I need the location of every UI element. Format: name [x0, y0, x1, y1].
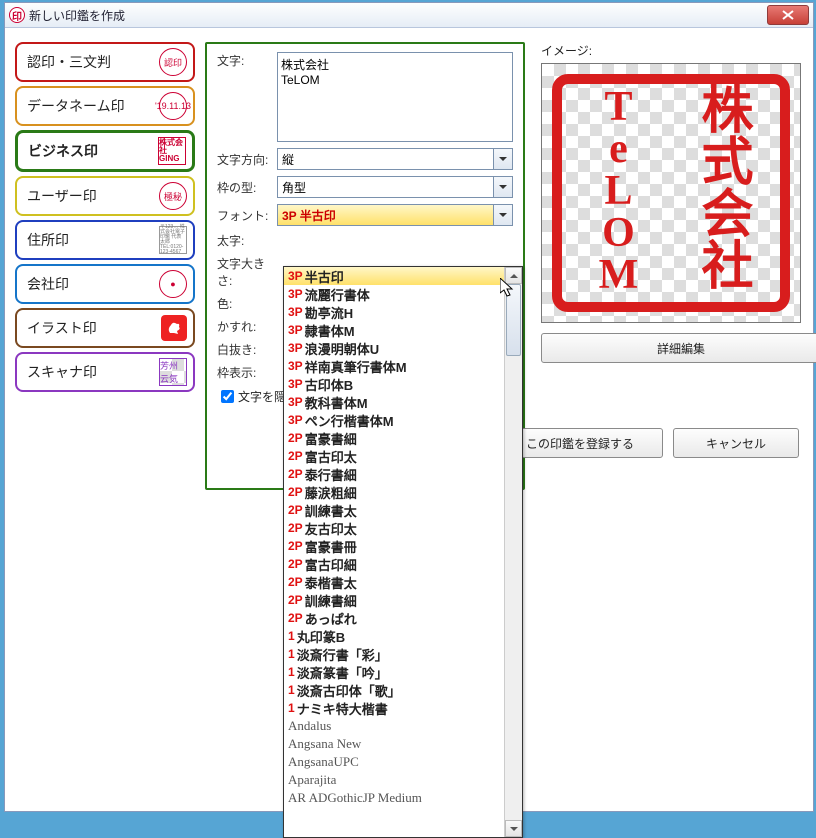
- font-option[interactable]: 1淡斎古印体「歌」: [284, 681, 505, 699]
- font-option[interactable]: 3P勘亭流H: [284, 303, 505, 321]
- font-option[interactable]: 2P訓練書太: [284, 501, 505, 519]
- direction-label: 文字方向:: [217, 151, 277, 168]
- frame-label: 枠の型:: [217, 179, 277, 196]
- text-label: 文字:: [217, 52, 277, 69]
- title-bar: 印 新しい印鑑を作成: [5, 3, 813, 28]
- tab-label: スキャナ印: [27, 362, 97, 382]
- tab-label: データネーム印: [27, 96, 125, 116]
- cutout-label: 白抜き:: [217, 341, 277, 358]
- font-option[interactable]: 2P藤涙粗細: [284, 483, 505, 501]
- window-title: 新しい印鑑を作成: [29, 7, 767, 24]
- font-option[interactable]: 3P祥南真筆行書体M: [284, 357, 505, 375]
- dialog-window: 印 新しい印鑑を作成 認印・三文判 認印データネーム印 '19.11.13 ビジネス印…: [4, 2, 814, 812]
- font-option[interactable]: 2P泰楷書太: [284, 573, 505, 591]
- tab-0[interactable]: 認印・三文判 認印: [15, 42, 195, 82]
- font-select[interactable]: [277, 204, 513, 226]
- font-option[interactable]: 2P泰行書細: [284, 465, 505, 483]
- font-option[interactable]: AngsanaUPC: [284, 753, 505, 771]
- cancel-button[interactable]: キャンセル: [673, 428, 799, 458]
- tab-thumb-icon: 芳州 云気: [159, 358, 187, 386]
- tab-label: 住所印: [27, 230, 69, 250]
- tab-label: ユーザー印: [27, 186, 97, 206]
- color-label: 色:: [217, 295, 277, 312]
- tab-label: 会社印: [27, 274, 69, 294]
- font-option[interactable]: 2P富豪書細: [284, 429, 505, 447]
- size-label: 文字大きさ:: [217, 255, 277, 289]
- font-option[interactable]: 1淡斎篆書「吟」: [284, 663, 505, 681]
- preview-area: イメージ: TeLOM 株式会社 詳細編集: [541, 42, 799, 363]
- client-area: 認印・三文判 認印データネーム印 '19.11.13 ビジネス印 株式会社 GING ユー…: [5, 28, 813, 811]
- tab-thumb-icon: 認印: [159, 48, 187, 76]
- tab-thumb-icon: [161, 315, 187, 341]
- tab-thumb-icon: 株式会社 GING: [158, 137, 186, 165]
- tab-5[interactable]: 会社印 ●: [15, 264, 195, 304]
- framedisp-label: 枠表示:: [217, 364, 277, 381]
- tab-3[interactable]: ユーザー印 極秘: [15, 176, 195, 216]
- stamp-text-input[interactable]: [277, 52, 513, 142]
- weight-label: 太字:: [217, 232, 277, 249]
- blur-label: かすれ:: [217, 318, 277, 335]
- category-tabs: 認印・三文判 認印データネーム印 '19.11.13 ビジネス印 株式会社 GING ユー…: [15, 42, 195, 396]
- font-option[interactable]: 3P浪漫明朝体U: [284, 339, 505, 357]
- font-option[interactable]: 3P教科書体M: [284, 393, 505, 411]
- app-icon: 印: [9, 7, 25, 23]
- tab-label: 認印・三文判: [27, 52, 111, 72]
- scroll-down-button[interactable]: [505, 820, 522, 837]
- font-option[interactable]: 2P友古印太: [284, 519, 505, 537]
- font-option[interactable]: Andalus: [284, 717, 505, 735]
- tab-7[interactable]: スキャナ印 芳州 云気: [15, 352, 195, 392]
- font-option[interactable]: 3P半古印: [284, 267, 505, 285]
- preview-canvas: TeLOM 株式会社: [541, 63, 801, 323]
- hide-text-checkbox[interactable]: [221, 390, 234, 403]
- tab-thumb-icon: 極秘: [159, 182, 187, 210]
- direction-select[interactable]: [277, 148, 513, 170]
- mouse-cursor: [500, 278, 514, 298]
- font-option[interactable]: 3Pペン行楷書体M: [284, 411, 505, 429]
- tab-2[interactable]: ビジネス印 株式会社 GING: [15, 130, 195, 172]
- font-option[interactable]: 2P富豪書冊: [284, 537, 505, 555]
- dropdown-scrollbar[interactable]: [504, 267, 522, 837]
- font-option[interactable]: 3P流麗行書体: [284, 285, 505, 303]
- close-button[interactable]: [767, 5, 809, 25]
- font-option[interactable]: 2P富古印太: [284, 447, 505, 465]
- tab-thumb-icon: 〒123… 株式会社電子印鑑 代表 太郎 TEL:0120-123-4567: [159, 226, 187, 254]
- frame-select[interactable]: [277, 176, 513, 198]
- font-option[interactable]: 2P訓練書細: [284, 591, 505, 609]
- font-label: フォント:: [217, 207, 277, 224]
- detail-edit-button[interactable]: 詳細編集: [541, 333, 816, 363]
- chevron-down-icon: [493, 205, 512, 225]
- tab-label: ビジネス印: [28, 141, 98, 161]
- tab-4[interactable]: 住所印 〒123… 株式会社電子印鑑 代表 太郎 TEL:0120-123-456…: [15, 220, 195, 260]
- font-option[interactable]: AR ADGothicJP Medium: [284, 789, 505, 807]
- chevron-down-icon: [493, 177, 512, 197]
- tab-thumb-icon: '19.11.13: [159, 92, 187, 120]
- tab-label: イラスト印: [27, 318, 97, 338]
- preview-label: イメージ:: [541, 42, 799, 59]
- font-option[interactable]: 2Pあっぱれ: [284, 609, 505, 627]
- font-dropdown-list[interactable]: 3P半古印3P流麗行書体3P勘亭流H3P隷書体M3P浪漫明朝体U3P祥南真筆行書…: [283, 266, 523, 838]
- tab-6[interactable]: イラスト印: [15, 308, 195, 348]
- font-option[interactable]: 1淡斎行書「彩」: [284, 645, 505, 663]
- chevron-down-icon: [493, 149, 512, 169]
- dialog-buttons: この印鑑を登録する キャンセル: [497, 428, 799, 458]
- font-option[interactable]: 1丸印篆B: [284, 627, 505, 645]
- stamp-preview: TeLOM 株式会社: [552, 74, 790, 312]
- tab-thumb-icon: ●: [159, 270, 187, 298]
- font-option[interactable]: 3P古印体B: [284, 375, 505, 393]
- font-option[interactable]: Aparajita: [284, 771, 505, 789]
- font-option[interactable]: Angsana New: [284, 735, 505, 753]
- tab-1[interactable]: データネーム印 '19.11.13: [15, 86, 195, 126]
- font-option[interactable]: 2P富古印細: [284, 555, 505, 573]
- font-option[interactable]: 3P隷書体M: [284, 321, 505, 339]
- close-icon: [782, 10, 794, 20]
- font-option[interactable]: 1ナミキ特大楷書: [284, 699, 505, 717]
